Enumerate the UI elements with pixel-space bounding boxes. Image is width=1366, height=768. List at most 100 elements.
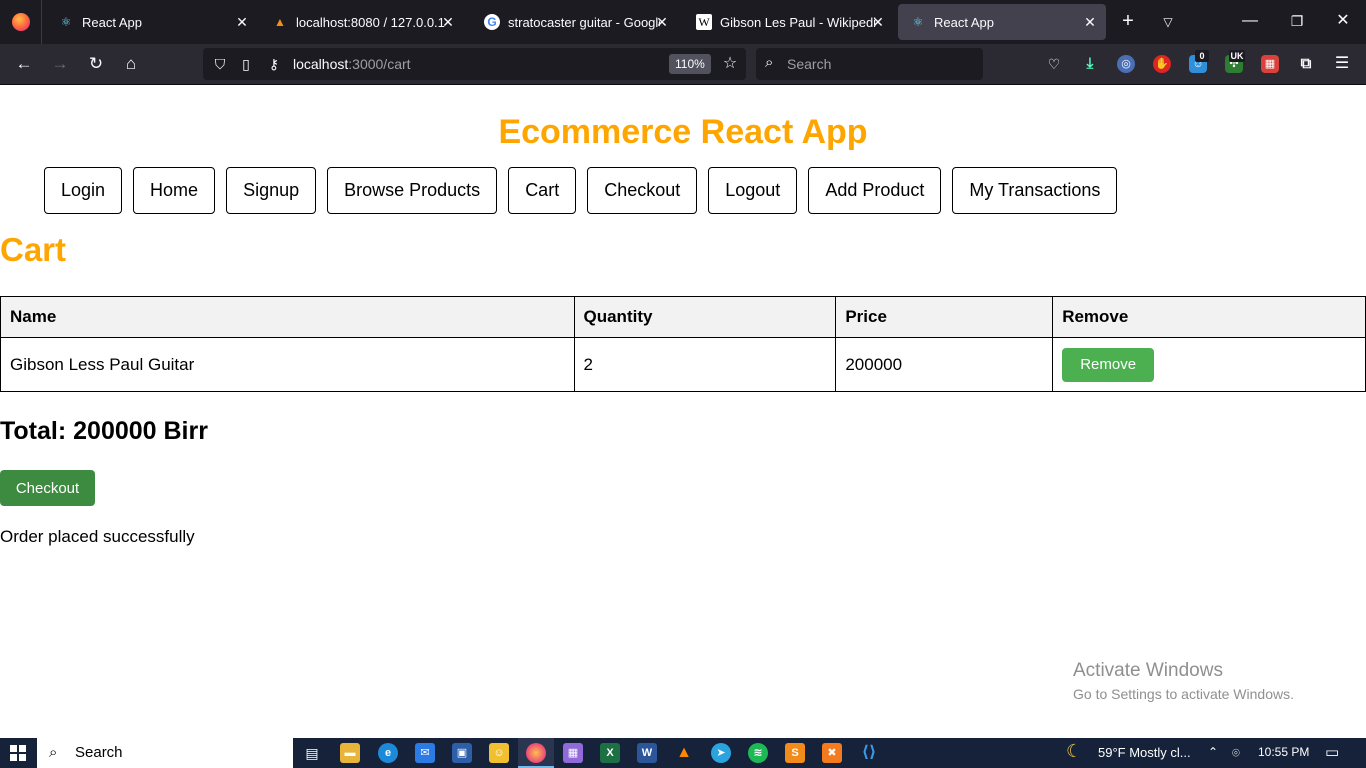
nav-signup-button[interactable]: Signup <box>226 167 317 214</box>
notifications-icon[interactable]: ▭ <box>1325 743 1339 761</box>
clock-time[interactable]: 10:55 PM <box>1258 745 1309 759</box>
cart-total: Total: 200000 Birr <box>0 417 208 445</box>
tab-react-app-active[interactable]: ⚛ React App ✕ <box>898 4 1106 40</box>
xampp-icon[interactable]: ✖ <box>822 743 842 763</box>
browser-tab-bar: ⚛ React App ✕ ▲ localhost:8080 / 127.0.0… <box>0 0 1366 44</box>
spotify-icon[interactable]: ≋ <box>748 743 768 763</box>
close-window-icon[interactable]: ✕ <box>1333 11 1353 31</box>
close-tab-icon[interactable]: ✕ <box>234 14 250 30</box>
react-icon: ⚛ <box>912 15 924 29</box>
extensions-icon[interactable]: ⧉ <box>1297 55 1315 73</box>
tab-title: stratocaster guitar - Google S <box>508 14 660 30</box>
close-tab-icon[interactable]: ✕ <box>654 14 670 30</box>
file-explorer-icon[interactable]: ▬ <box>340 743 360 763</box>
show-hidden-icons-icon[interactable]: ⌃ <box>1208 745 1218 759</box>
main-nav: Login Home Signup Browse Products Cart C… <box>44 167 1118 214</box>
browser-search-field[interactable]: ⌕ Search <box>756 48 983 80</box>
vscode-icon[interactable]: ⟨⟩ <box>859 743 879 763</box>
extension-hand-icon[interactable]: ✋ <box>1153 55 1171 73</box>
extension-uk-badge: UK <box>1229 50 1245 62</box>
windows-start-icon[interactable] <box>10 745 26 761</box>
calendar-app-icon[interactable]: ▦ <box>563 743 583 763</box>
column-header-price: Price <box>835 296 1054 338</box>
zoom-level[interactable]: 110% <box>669 54 711 74</box>
watermark-subtitle: Go to Settings to activate Windows. <box>1073 686 1294 702</box>
windows-taskbar: ⌕ Search ▤ ▬ e ✉ ▣ ☺ ▦ X W ▲ ➤ ≋ S ✖ ⟨⟩ … <box>0 738 1366 768</box>
search-icon: ⌕ <box>49 744 58 761</box>
url-path: :3000/cart <box>348 56 411 72</box>
close-tab-icon[interactable]: ✕ <box>440 14 456 30</box>
vlc-icon[interactable]: ▲ <box>674 743 694 763</box>
weather-icon[interactable]: ☾ <box>1066 741 1082 762</box>
cell-price: 200000 <box>835 337 1054 392</box>
network-icon[interactable]: ⌾ <box>1232 745 1240 761</box>
excel-icon[interactable]: X <box>600 743 620 763</box>
restore-window-icon[interactable]: ❐ <box>1287 11 1307 31</box>
store-icon[interactable]: ▣ <box>452 743 472 763</box>
firefox-menu-icon[interactable] <box>0 0 42 44</box>
tab-title: React App <box>934 14 994 30</box>
hamburger-menu-icon[interactable]: ☰ <box>1333 55 1351 73</box>
reload-icon[interactable]: ↻ <box>86 54 106 74</box>
close-tab-icon[interactable]: ✕ <box>1082 14 1098 30</box>
google-icon: G <box>484 14 500 30</box>
sublime-text-icon[interactable]: S <box>785 743 805 763</box>
telegram-icon[interactable]: ➤ <box>711 743 731 763</box>
nav-browse-products-button[interactable]: Browse Products <box>327 167 498 214</box>
tab-react-app-1[interactable]: ⚛ React App ✕ <box>46 4 258 40</box>
checkout-button[interactable]: Checkout <box>0 470 95 506</box>
list-all-tabs-icon[interactable]: ▽ <box>1158 12 1178 32</box>
order-status-message: Order placed successfully <box>0 527 195 546</box>
new-tab-icon[interactable]: + <box>1118 11 1138 31</box>
home-icon[interactable]: ⌂ <box>121 54 141 74</box>
table-header-row: Name Quantity Price Remove <box>0 296 1366 338</box>
phpmyadmin-icon: ▲ <box>274 15 286 29</box>
edge-icon[interactable]: e <box>378 743 398 763</box>
react-icon: ⚛ <box>60 15 72 29</box>
address-bar[interactable]: ⛉ ▯ ⚷ localhost:3000/cart 110% ☆ <box>203 48 746 80</box>
forward-icon[interactable]: → <box>50 54 70 74</box>
tab-wikipedia[interactable]: W Gibson Les Paul - Wikipedia ✕ <box>684 4 894 40</box>
nav-add-product-button[interactable]: Add Product <box>808 167 942 214</box>
table-row: Gibson Less Paul Guitar 2 200000 Remove <box>0 337 1366 392</box>
word-icon[interactable]: W <box>637 743 657 763</box>
back-icon[interactable]: ← <box>14 54 34 74</box>
nav-my-transactions-button[interactable]: My Transactions <box>952 167 1118 214</box>
tab-title: localhost:8080 / 127.0.0.1 / ec <box>296 14 446 30</box>
extension-puzzle-red-icon[interactable]: ▦ <box>1261 55 1279 73</box>
close-tab-icon[interactable]: ✕ <box>870 14 886 30</box>
nav-cart-button[interactable]: Cart <box>508 167 577 214</box>
column-header-name: Name <box>0 296 575 338</box>
nav-checkout-button[interactable]: Checkout <box>587 167 698 214</box>
pocket-icon[interactable]: ♡ <box>1045 55 1063 73</box>
page-content: Ecommerce React App Login Home Signup Br… <box>0 85 1366 738</box>
page-title: Cart <box>0 231 67 268</box>
mail-icon[interactable]: ✉ <box>415 743 435 763</box>
task-view-icon[interactable]: ▤ <box>302 743 322 763</box>
minimize-window-icon[interactable]: — <box>1240 11 1260 31</box>
wikipedia-icon: W <box>696 14 712 30</box>
extension-glasses-icon[interactable]: ◎ <box>1117 55 1135 73</box>
browser-nav-bar: ← → ↻ ⌂ ⛉ ▯ ⚷ localhost:3000/cart 110% ☆… <box>0 44 1366 85</box>
sticky-notes-icon[interactable]: ☺ <box>489 743 509 763</box>
taskbar-search-label: Search <box>75 744 123 761</box>
firefox-taskbar-icon[interactable] <box>526 743 546 763</box>
page-info-icon[interactable]: ▯ <box>237 55 255 73</box>
nav-home-button[interactable]: Home <box>133 167 216 214</box>
nav-login-button[interactable]: Login <box>44 167 123 214</box>
tracking-protection-icon[interactable]: ⛉ <box>211 55 229 73</box>
extension-badge-count: 0 <box>1195 50 1209 62</box>
taskbar-search[interactable]: ⌕ Search <box>37 738 293 768</box>
tab-google-search[interactable]: G stratocaster guitar - Google S ✕ <box>472 4 678 40</box>
remove-item-button[interactable]: Remove <box>1062 347 1155 382</box>
column-header-quantity: Quantity <box>573 296 837 338</box>
downloads-icon[interactable]: ⤓ <box>1081 55 1099 73</box>
url-host: localhost <box>293 56 349 72</box>
weather-text[interactable]: 59°F Mostly cl... <box>1098 745 1191 760</box>
tab-phpmyadmin[interactable]: ▲ localhost:8080 / 127.0.0.1 / ec ✕ <box>260 4 464 40</box>
watermark-title: Activate Windows <box>1073 660 1223 681</box>
permissions-key-icon[interactable]: ⚷ <box>265 55 283 73</box>
nav-logout-button[interactable]: Logout <box>708 167 798 214</box>
bookmark-star-icon[interactable]: ☆ <box>721 55 739 73</box>
url-text[interactable]: localhost:3000/cart <box>293 56 411 72</box>
